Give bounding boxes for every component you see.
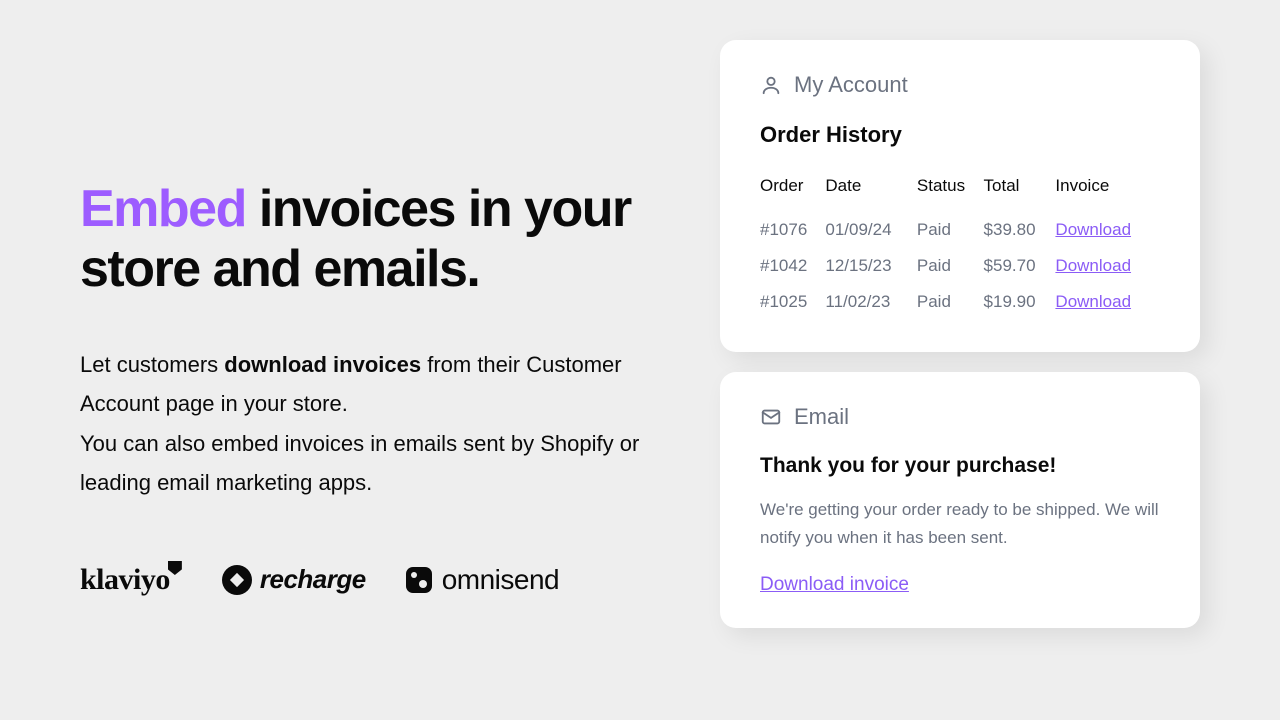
- recharge-circle-icon: [222, 565, 252, 595]
- table-header-row: Order Date Status Total Invoice: [760, 176, 1160, 212]
- email-card-header: Email: [760, 404, 1160, 430]
- body-text: Let customers download invoices from the…: [80, 345, 680, 503]
- klaviyo-logo: klaviyo: [80, 563, 182, 597]
- cell-order: #1042: [760, 248, 825, 284]
- cell-total: $39.80: [984, 212, 1056, 248]
- table-row: #1076 01/09/24 Paid $39.80 Download: [760, 212, 1160, 248]
- table-row: #1042 12/15/23 Paid $59.70 Download: [760, 248, 1160, 284]
- col-total: Total: [984, 176, 1056, 212]
- order-history-title: Order History: [760, 122, 1160, 148]
- recharge-logo: recharge: [222, 564, 366, 595]
- email-card: Email Thank you for your purchase! We're…: [720, 372, 1200, 628]
- cell-total: $19.90: [984, 284, 1056, 320]
- headline: Embed invoices in your store and emails.: [80, 180, 680, 300]
- cell-status: Paid: [917, 212, 984, 248]
- headline-accent: Embed: [80, 180, 246, 238]
- col-date: Date: [825, 176, 917, 212]
- integration-logos: klaviyo recharge omnisend: [80, 563, 680, 597]
- omnisend-logo: omnisend: [406, 564, 559, 596]
- cell-date: 01/09/24: [825, 212, 917, 248]
- order-table: Order Date Status Total Invoice #1076 01…: [760, 176, 1160, 320]
- download-invoice-link[interactable]: Download invoice: [760, 574, 909, 595]
- cell-status: Paid: [917, 248, 984, 284]
- download-link[interactable]: Download: [1055, 220, 1131, 239]
- user-icon: [760, 74, 782, 96]
- col-invoice: Invoice: [1055, 176, 1160, 212]
- email-heading: Thank you for your purchase!: [760, 454, 1160, 478]
- account-card: My Account Order History Order Date Stat…: [720, 40, 1200, 352]
- cell-order: #1076: [760, 212, 825, 248]
- account-card-header: My Account: [760, 72, 1160, 98]
- cell-status: Paid: [917, 284, 984, 320]
- col-status: Status: [917, 176, 984, 212]
- cell-order: #1025: [760, 284, 825, 320]
- cell-total: $59.70: [984, 248, 1056, 284]
- envelope-icon: [760, 406, 782, 428]
- marketing-copy: Embed invoices in your store and emails.…: [0, 0, 720, 720]
- omnisend-square-icon: [406, 567, 432, 593]
- col-order: Order: [760, 176, 825, 212]
- cell-date: 12/15/23: [825, 248, 917, 284]
- cell-date: 11/02/23: [825, 284, 917, 320]
- download-link[interactable]: Download: [1055, 256, 1131, 275]
- account-title: My Account: [794, 72, 908, 98]
- table-row: #1025 11/02/23 Paid $19.90 Download: [760, 284, 1160, 320]
- download-link[interactable]: Download: [1055, 292, 1131, 311]
- preview-cards: My Account Order History Order Date Stat…: [720, 0, 1280, 720]
- email-body: We're getting your order ready to be shi…: [760, 496, 1160, 552]
- email-title-label: Email: [794, 404, 849, 430]
